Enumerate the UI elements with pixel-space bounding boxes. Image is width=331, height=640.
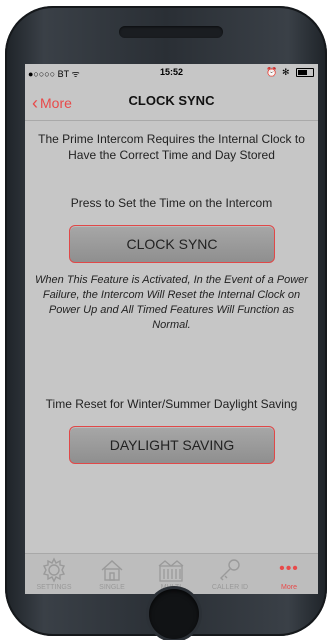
daylight-saving-label: Time Reset for Winter/Summer Daylight Sa…: [45, 397, 298, 411]
daylight-saving-button[interactable]: DAYLIGHT SAVING: [69, 426, 275, 464]
feature-note: When This Feature is Activated, In the E…: [35, 274, 308, 331]
tab-multi[interactable]: MULTI: [142, 554, 200, 594]
navigation-bar: ‹ More CLOCK SYNC: [25, 80, 318, 121]
battery-icon: [296, 68, 314, 78]
tab-more[interactable]: ••• More: [260, 554, 318, 594]
tab-single[interactable]: SINGLE: [83, 554, 141, 594]
status-bar: ●○○○○ BT ᯤ 15:52 ⏰ ✻: [25, 64, 318, 80]
key-icon: [220, 559, 240, 581]
clock-sync-button[interactable]: CLOCK SYNC: [69, 225, 275, 263]
app-screen: ●○○○○ BT ᯤ 15:52 ⏰ ✻ ‹ More CLOCK SYNC Th…: [25, 64, 318, 594]
house-icon: [101, 560, 123, 581]
phone-frame: ●○○○○ BT ᯤ 15:52 ⏰ ✻ ‹ More CLOCK SYNC Th…: [5, 6, 327, 639]
tab-settings[interactable]: SETTINGS: [25, 554, 83, 594]
intro-text: The Prime Intercom Requires the Internal…: [38, 132, 305, 162]
tab-label: More: [281, 584, 297, 591]
alarm-bluetooth-icons: ⏰ ✻: [266, 67, 291, 77]
tab-label: CALLER ID: [211, 584, 249, 591]
press-instruction: Press to Set the Time on the Intercom: [70, 196, 273, 210]
speaker-grille: [119, 26, 223, 38]
tab-caller-id[interactable]: CALLER ID: [201, 554, 259, 594]
tab-label: SETTINGS: [36, 584, 72, 591]
tab-bar: SETTINGS SINGLE MULTI CALLER ID ••• More: [25, 553, 318, 594]
more-dots-icon: •••: [279, 560, 299, 577]
home-button[interactable]: [149, 589, 199, 639]
status-indicators: ⏰ ✻: [266, 67, 314, 78]
tab-label: SINGLE: [99, 584, 125, 591]
page-title: CLOCK SYNC: [128, 93, 215, 108]
gear-icon: [42, 557, 66, 583]
building-icon: [158, 560, 184, 582]
